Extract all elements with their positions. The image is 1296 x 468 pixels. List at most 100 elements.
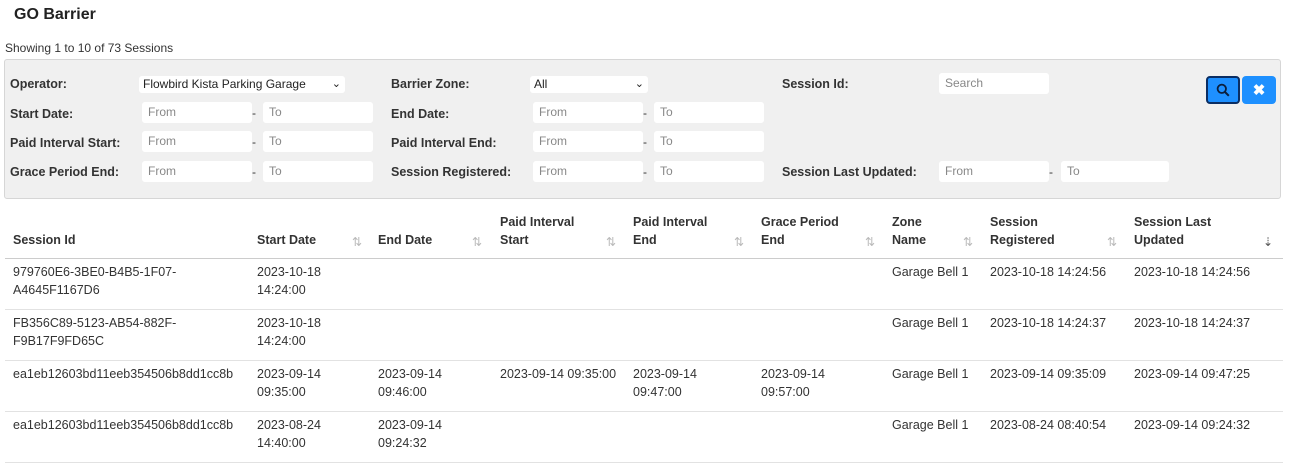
table-cell-line: 2023-09-14 09:35:00 — [500, 367, 617, 381]
column-header[interactable]: Paid Interval End — [633, 213, 707, 249]
sort-icon[interactable]: ⇅ — [472, 235, 482, 249]
sort-icon[interactable]: ⇅ — [865, 235, 875, 249]
column-header-line: Registered — [990, 233, 1055, 247]
updated-from-input[interactable]: From — [939, 161, 1049, 182]
search-button[interactable] — [1206, 76, 1240, 104]
range-dash: - — [252, 165, 256, 179]
table-cell: Garage Bell 1 — [892, 416, 968, 434]
sort-icon[interactable]: ⇅ — [963, 235, 973, 249]
table-cell: 2023-10-18 14:24:37 — [1134, 314, 1250, 332]
column-header[interactable]: Zone Name — [892, 213, 926, 249]
close-icon: ✖ — [1252, 82, 1266, 99]
table-cell-line: F9B17F9FD65C — [13, 334, 105, 348]
table-cell-line: 2023-10-18 — [257, 265, 321, 279]
end-date-from-input[interactable]: From — [533, 102, 643, 123]
updated-to-input[interactable]: To — [1061, 161, 1169, 182]
table-cell-line: 09:35:00 — [257, 385, 306, 399]
range-dash: - — [252, 106, 256, 120]
table-cell-line: 09:57:00 — [761, 385, 810, 399]
table-cell-line: 2023-08-24 — [257, 418, 321, 432]
table-cell: 2023-09-14 09:24:32 — [378, 416, 442, 452]
table-cell: 2023-09-14 09:46:00 — [378, 365, 442, 401]
session-id-label: Session Id: — [782, 77, 849, 91]
table-cell: 2023-09-14 09:35:00 — [257, 365, 321, 401]
table-cell: Garage Bell 1 — [892, 263, 968, 281]
table-cell-line: 2023-10-18 14:24:37 — [1134, 316, 1251, 330]
table-cell-line: 09:24:32 — [378, 436, 427, 450]
showing-count: Showing 1 to 10 of 73 Sessions — [5, 41, 174, 55]
table-row[interactable]: 979760E6-3BE0-B4B5-1F07- A4645F1167D6 2023… — [5, 258, 1283, 310]
table-cell: 2023-10-18 14:24:00 — [257, 263, 321, 299]
range-dash: - — [1049, 165, 1053, 179]
table-row[interactable]: ea1eb12603bd11eeb354506b8dd1cc8b 2023-08-… — [5, 411, 1283, 463]
session-last-updated-label: Session Last Updated: — [782, 165, 917, 179]
table-cell-line: 09:47:00 — [633, 385, 682, 399]
sort-icon[interactable]: ⇅ — [606, 235, 616, 249]
table-cell: 2023-08-24 14:40:00 — [257, 416, 321, 452]
table-cell-line: 2023-10-18 14:24:37 — [990, 316, 1107, 330]
clear-filters-button[interactable]: ✖ — [1242, 76, 1276, 104]
column-header-line: Name — [892, 233, 927, 247]
table-row[interactable]: FB356C89-5123-AB54-882F- F9B17F9FD65C 2023… — [5, 309, 1283, 361]
end-date-to-input[interactable]: To — [654, 102, 764, 123]
barrier-zone-select-value: All — [534, 77, 548, 91]
table-row[interactable]: ea1eb12603bd11eeb354506b8dd1cc8b 2023-09-… — [5, 360, 1283, 412]
table-cell-line: Garage Bell 1 — [892, 265, 969, 279]
barrier-zone-label: Barrier Zone: — [391, 77, 470, 91]
column-header-line: End — [761, 233, 785, 247]
column-header[interactable]: Session Last Updated — [1134, 213, 1211, 249]
sort-icon[interactable]: ⇅ — [1107, 235, 1117, 249]
column-header[interactable]: Session Registered — [990, 213, 1055, 249]
column-header-line: Grace Period — [761, 215, 839, 229]
table-cell: 2023-09-14 09:35:00 — [500, 365, 616, 383]
registered-to-input[interactable]: To — [654, 161, 764, 182]
barrier-zone-select[interactable]: All ⌄ — [530, 76, 648, 93]
sort-desc-icon[interactable]: ⇣ — [1263, 235, 1273, 249]
session-id-search-input[interactable]: Search — [939, 73, 1049, 94]
start-date-label: Start Date: — [10, 107, 74, 121]
table-cell-line: FB356C89-5123-AB54-882F- — [13, 316, 177, 330]
table-cell: 2023-09-14 09:47:25 — [1134, 365, 1250, 383]
column-header[interactable]: Start Date — [257, 231, 316, 249]
column-header-line: Zone — [892, 215, 922, 229]
table-cell-line: Garage Bell 1 — [892, 367, 969, 381]
start-date-from-input[interactable]: From — [142, 102, 252, 123]
table-cell-line: 14:24:00 — [257, 334, 306, 348]
range-dash: - — [643, 165, 647, 179]
table-cell: ea1eb12603bd11eeb354506b8dd1cc8b — [13, 365, 233, 383]
column-header[interactable]: Paid Interval Start — [500, 213, 574, 249]
sort-icon[interactable]: ⇅ — [734, 235, 744, 249]
column-header[interactable]: End Date — [378, 231, 432, 249]
column-header-line: End — [633, 233, 657, 247]
paid-start-to-input[interactable]: To — [263, 131, 373, 152]
sort-icon[interactable]: ⇅ — [352, 235, 362, 249]
grace-end-from-input[interactable]: From — [142, 161, 252, 182]
table-cell: FB356C89-5123-AB54-882F- F9B17F9FD65C — [13, 314, 176, 350]
paid-end-to-input[interactable]: To — [654, 131, 764, 152]
table-cell: ea1eb12603bd11eeb354506b8dd1cc8b — [13, 416, 233, 434]
table-cell-line: Garage Bell 1 — [892, 316, 969, 330]
table-cell: 2023-09-14 09:57:00 — [761, 365, 825, 401]
paid-end-from-input[interactable]: From — [533, 131, 643, 152]
table-cell-line: 2023-10-18 14:24:56 — [1134, 265, 1251, 279]
table-cell-line: Garage Bell 1 — [892, 418, 969, 432]
column-header-line: Paid Interval — [500, 215, 575, 229]
table-cell-line: 2023-09-14 09:24:32 — [1134, 418, 1251, 432]
table-cell: 2023-09-14 09:35:09 — [990, 365, 1106, 383]
operator-select-value: Flowbird Kista Parking Garage — [143, 77, 306, 91]
filter-panel: Operator: Flowbird Kista Parking Garage … — [4, 59, 1281, 199]
operator-select[interactable]: Flowbird Kista Parking Garage ⌄ — [139, 76, 345, 93]
table-cell: Garage Bell 1 — [892, 365, 968, 383]
column-header[interactable]: Grace Period End — [761, 213, 839, 249]
grace-end-to-input[interactable]: To — [263, 161, 373, 182]
registered-from-input[interactable]: From — [533, 161, 643, 182]
table-cell: 2023-10-18 14:24:37 — [990, 314, 1106, 332]
column-header[interactable]: Session Id — [13, 231, 76, 249]
table-cell: 2023-08-24 08:40:54 — [990, 416, 1106, 434]
table-cell-line: 2023-09-14 — [378, 367, 442, 381]
table-cell-line: 2023-09-14 09:47:25 — [1134, 367, 1251, 381]
paid-start-from-input[interactable]: From — [142, 131, 252, 152]
start-date-to-input[interactable]: To — [263, 102, 373, 123]
column-header-line: Session Id — [13, 233, 76, 247]
column-header-line: Paid Interval — [633, 215, 708, 229]
